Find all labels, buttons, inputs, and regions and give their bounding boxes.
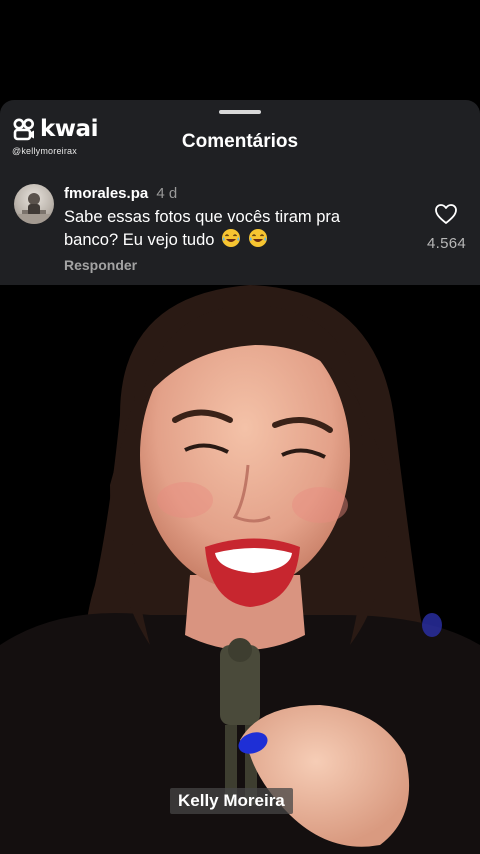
laughing-tears-emoji-icon <box>222 229 241 247</box>
screen: kwai @kellymoreirax Comentários fmorales… <box>0 0 480 854</box>
comment-age: 4 d <box>156 185 178 202</box>
video-player[interactable] <box>0 285 480 854</box>
video-frame <box>0 285 480 854</box>
commenter-avatar[interactable] <box>14 184 54 224</box>
comments-sheet: kwai @kellymoreirax Comentários fmorales… <box>0 100 480 285</box>
like-count: 4.564 <box>426 235 466 252</box>
heart-icon <box>435 204 457 224</box>
laughing-tears-emoji-icon <box>248 229 267 247</box>
comment-body: Sabe essas fotos que vocês tiram pra ban… <box>64 208 341 249</box>
avatar-photo <box>14 193 54 224</box>
comment-username[interactable]: fmorales.pa <box>64 185 148 202</box>
like-button[interactable] <box>434 203 458 225</box>
sheet-title: Comentários <box>181 131 299 152</box>
comment-meta: fmorales.pa 4 d <box>64 185 177 202</box>
sheet-drag-handle[interactable] <box>219 110 261 114</box>
comment-text: Sabe essas fotos que vocês tiram pra ban… <box>64 207 394 251</box>
reply-button[interactable]: Responder <box>64 257 137 273</box>
video-caption: Kelly Moreira <box>170 788 293 814</box>
